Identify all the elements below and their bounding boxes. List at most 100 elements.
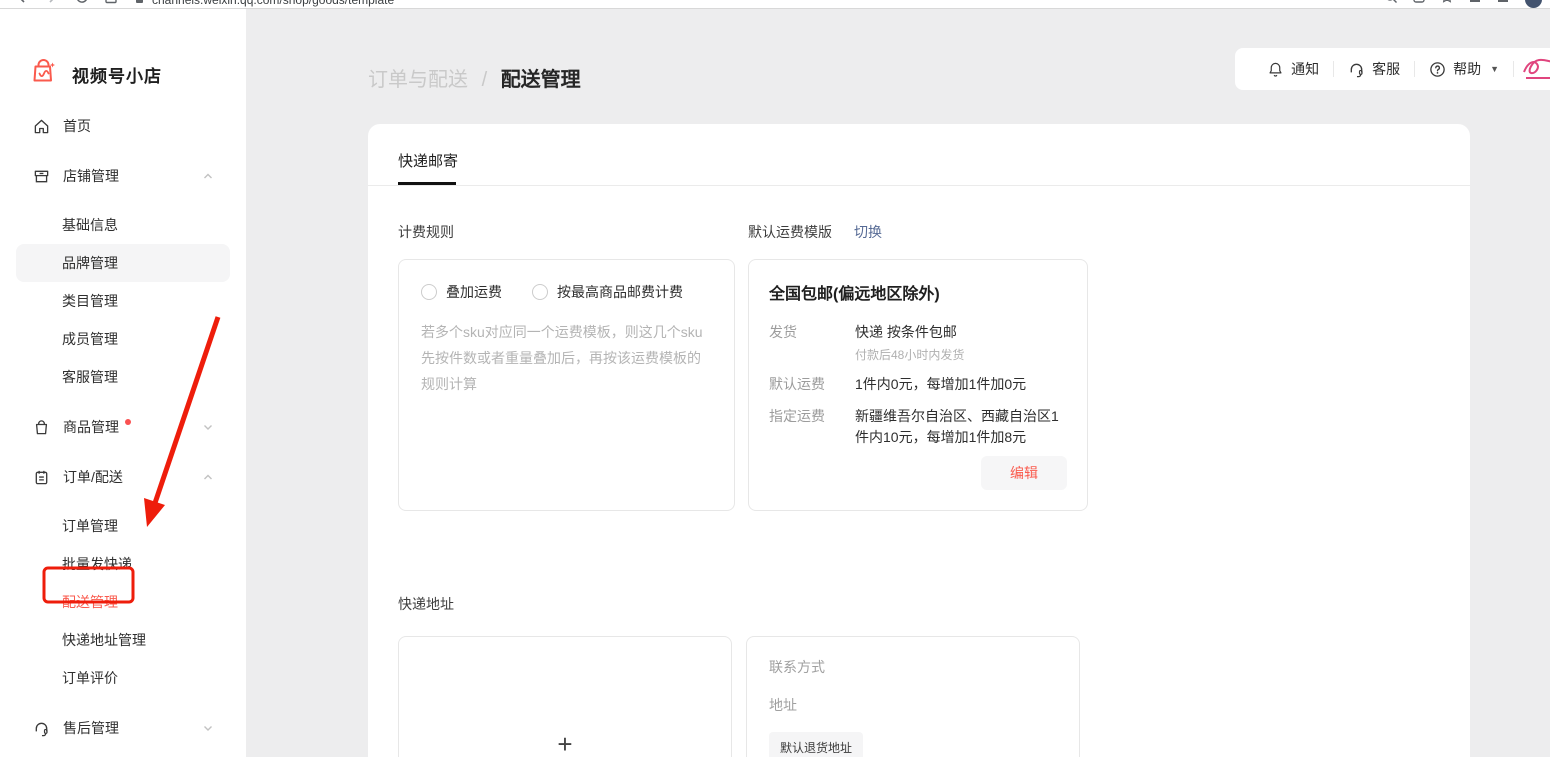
- site-info-icon[interactable]: [136, 0, 143, 3]
- address-bar[interactable]: channels.weixin.qq.com/shop/goods/templa…: [136, 0, 394, 7]
- billing-rules-label: 计费规则: [398, 222, 735, 242]
- page: channels.weixin.qq.com/shop/goods/templa…: [0, 0, 1550, 757]
- divider: [1513, 61, 1514, 77]
- main-content: 订单与配送 / 配送管理 通知 客服: [246, 9, 1550, 757]
- edit-button[interactable]: 编辑: [981, 456, 1067, 490]
- shipping-time-note: 付款后48小时内发货: [855, 346, 1067, 363]
- sidebar-item-category-management[interactable]: 类目管理: [0, 282, 246, 320]
- sidebar-item-product-management[interactable]: 商品管理: [0, 402, 246, 452]
- sidebar-item-basic-info[interactable]: 基础信息: [0, 206, 246, 244]
- sidebar-item-home[interactable]: 首页: [0, 101, 246, 151]
- sidebar-item-order-delivery[interactable]: 订单/配送: [0, 452, 246, 502]
- switch-template-link[interactable]: 切换: [854, 222, 882, 242]
- customer-service-button[interactable]: 客服: [1334, 59, 1414, 79]
- sidebar-item-label: 快递地址管理: [62, 630, 146, 650]
- tab-express-mail[interactable]: 快递邮寄: [398, 150, 458, 171]
- notifications-label: 通知: [1291, 59, 1319, 79]
- sidebar-item-marketing-center[interactable]: 营销中心: [0, 753, 246, 757]
- address-bar-url[interactable]: channels.weixin.qq.com/shop/goods/templa…: [152, 0, 394, 7]
- chevron-up-icon[interactable]: [202, 170, 214, 182]
- browser-save-icon[interactable]: [104, 0, 118, 9]
- divider: [368, 185, 1470, 186]
- bell-icon: [1267, 61, 1284, 78]
- template-title: 全国包邮(偏远地区除外): [769, 280, 1067, 304]
- billing-rules-box: 叠加运费 按最高商品邮费计费 若多个sku对应同一个运费模板，则这几个sku先按…: [398, 259, 735, 511]
- sidebar-item-label: 店铺管理: [63, 166, 119, 186]
- sidebar-item-delivery-management[interactable]: 配送管理: [0, 583, 246, 621]
- sidebar-item-customer-service-management[interactable]: 客服管理: [0, 358, 246, 396]
- sidebar: 视频号小店 首页 店铺管理 基础信息 品牌管理: [0, 9, 246, 757]
- sidebar-item-label: 类目管理: [62, 291, 118, 311]
- sidebar-item-brand-management[interactable]: 品牌管理: [16, 244, 230, 282]
- address-label: 地址: [769, 695, 1057, 715]
- contact-label: 联系方式: [769, 657, 1057, 677]
- sidebar-item-label: 成员管理: [62, 329, 118, 349]
- radio-stack-shipping[interactable]: 叠加运费: [421, 282, 502, 302]
- app-logo: 视频号小店: [0, 9, 246, 101]
- billing-rules-description: 若多个sku对应同一个运费模板，则这几个sku先按件数或者重量叠加后，再按该运费…: [421, 319, 712, 397]
- notification-dot: [125, 419, 131, 425]
- headset-icon: [32, 720, 50, 737]
- app-title: 视频号小店: [72, 62, 162, 87]
- browser-search-icon[interactable]: [1384, 0, 1398, 9]
- breadcrumb-separator: /: [482, 69, 488, 91]
- help-menu-button[interactable]: 帮助 ▼: [1415, 59, 1513, 79]
- clipboard-icon: [32, 469, 50, 486]
- default-return-address-badge: 默认退货地址: [769, 732, 863, 757]
- template-row-default-freight: 默认运费 1件内0元，每增加1件加0元: [769, 374, 1067, 395]
- browser-home-icon[interactable]: [1468, 0, 1482, 9]
- sidebar-item-label: 基础信息: [62, 215, 118, 235]
- chevron-up-icon[interactable]: [202, 471, 214, 483]
- sidebar-item-label: 商品管理: [63, 417, 119, 437]
- chevron-down-icon[interactable]: [202, 421, 214, 433]
- sidebar-item-after-sales[interactable]: 售后管理: [0, 703, 246, 753]
- notifications-button[interactable]: 通知: [1253, 59, 1333, 79]
- caret-down-icon: ▼: [1490, 64, 1499, 74]
- radio-highest-postage[interactable]: 按最高商品邮费计费: [532, 282, 683, 302]
- sidebar-item-shipping-address-management[interactable]: 快递地址管理: [0, 621, 246, 659]
- sidebar-item-shop-management[interactable]: 店铺管理: [0, 151, 246, 201]
- breadcrumb-parent[interactable]: 订单与配送: [368, 69, 468, 91]
- store-icon: [32, 168, 50, 185]
- sidebar-item-batch-shipping[interactable]: 批量发快递: [0, 545, 246, 583]
- breadcrumb: 订单与配送 / 配送管理: [368, 63, 581, 92]
- chevron-down-icon[interactable]: [202, 722, 214, 734]
- sidebar-item-label: 订单评价: [62, 668, 118, 688]
- shop-bag-logo-icon: [30, 58, 58, 91]
- radio-label: 叠加运费: [446, 282, 502, 302]
- freight-template-card: 全国包邮(偏远地区除外) 发货 快递 按条件包邮 付款后48小时内发货: [748, 259, 1088, 511]
- template-row-specified-freight: 指定运费 新疆维吾尔自治区、西藏自治区1件内10元，每增加1件加8元: [769, 406, 1067, 448]
- add-address-card[interactable]: +: [398, 636, 732, 757]
- sidebar-item-label: 品牌管理: [62, 253, 118, 273]
- radio-icon[interactable]: [532, 284, 548, 300]
- browser-downloads-icon[interactable]: [1496, 0, 1510, 9]
- plus-icon[interactable]: +: [557, 729, 572, 757]
- browser-forward-icon[interactable]: [44, 0, 60, 9]
- header-actions: 通知 客服 帮助 ▼: [1235, 48, 1550, 90]
- template-row-shipping: 发货 快递 按条件包邮 付款后48小时内发货: [769, 322, 1067, 363]
- customer-service-label: 客服: [1372, 59, 1400, 79]
- page-title: 配送管理: [501, 69, 581, 91]
- sidebar-item-order-review[interactable]: 订单评价: [0, 659, 246, 697]
- address-card: 联系方式 地址 默认退货地址: [746, 636, 1080, 757]
- radio-icon[interactable]: [421, 284, 437, 300]
- browser-bookmark-icon[interactable]: [1440, 0, 1454, 9]
- active-tab-indicator: [398, 182, 456, 185]
- sidebar-item-label: 配送管理: [62, 592, 118, 612]
- sidebar-item-member-management[interactable]: 成员管理: [0, 320, 246, 358]
- home-icon: [32, 118, 50, 135]
- headset-icon: [1348, 61, 1365, 78]
- sidebar-item-order-management[interactable]: 订单管理: [0, 507, 246, 545]
- browser-back-icon[interactable]: [14, 0, 30, 9]
- browser-reload-icon[interactable]: [74, 0, 90, 9]
- settings-card: 快递邮寄 计费规则 默认运费模版 切换: [368, 124, 1470, 757]
- sidebar-item-label: 订单/配送: [63, 467, 123, 487]
- shop-avatar[interactable]: [1522, 54, 1550, 84]
- help-label: 帮助: [1453, 59, 1481, 79]
- browser-extension-icon[interactable]: [1412, 0, 1426, 9]
- question-circle-icon: [1429, 61, 1446, 78]
- sidebar-item-label: 售后管理: [63, 718, 119, 738]
- radio-label: 按最高商品邮费计费: [557, 282, 683, 302]
- browser-toolbar: channels.weixin.qq.com/shop/goods/templa…: [0, 0, 1550, 9]
- express-address-label: 快递地址: [398, 594, 1440, 614]
